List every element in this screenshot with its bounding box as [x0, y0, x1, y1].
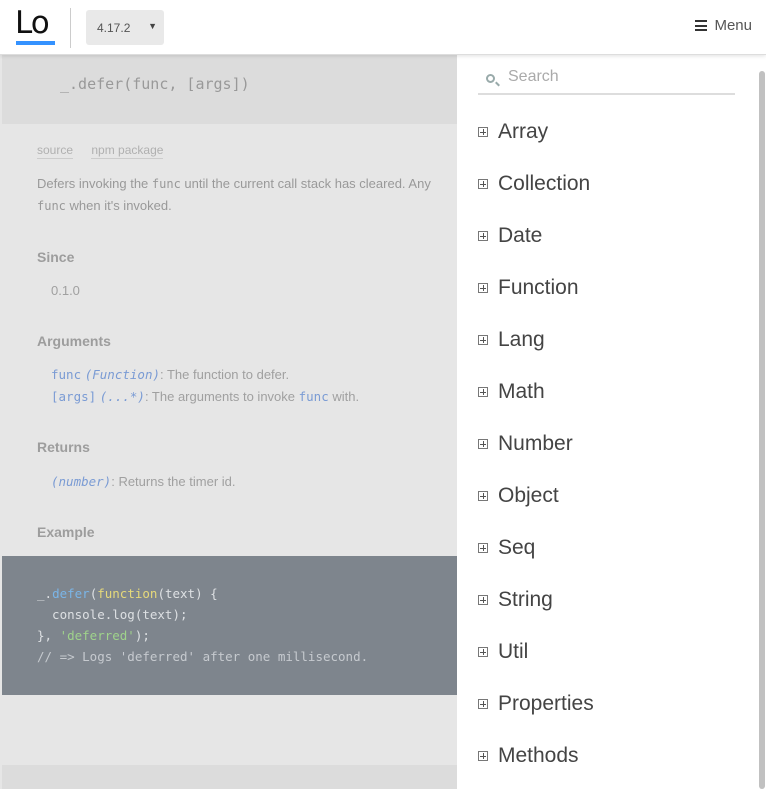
- hamburger-icon: [695, 20, 708, 31]
- expand-icon[interactable]: [478, 439, 488, 449]
- argument-code: func: [298, 389, 329, 404]
- expand-icon[interactable]: [478, 699, 488, 709]
- code-line: _.defer(function(text) {: [37, 586, 218, 601]
- scrollbar-thumb[interactable]: [759, 71, 765, 789]
- sidebar-item-date[interactable]: Date: [478, 221, 542, 251]
- expand-icon[interactable]: [478, 595, 488, 605]
- search-input[interactable]: [508, 65, 728, 89]
- method-signature: _.defer(func, [args]): [60, 75, 250, 93]
- sidebar-item-collection[interactable]: Collection: [478, 169, 590, 199]
- sidebar-item-properties[interactable]: Properties: [478, 689, 594, 719]
- argument-type: (Function): [84, 367, 160, 382]
- returns-heading: Returns: [37, 439, 90, 455]
- sidebar-item-label: Lang: [498, 328, 545, 351]
- logo-text: Lo: [15, 5, 50, 41]
- sidebar-item-label: Util: [498, 640, 529, 663]
- sidebar-menu: Array Collection Date Function Lang Math…: [457, 55, 766, 789]
- logo-underline: [16, 41, 55, 45]
- menu-button[interactable]: Menu: [695, 17, 752, 34]
- sidebar-item-label: Collection: [498, 172, 591, 195]
- expand-icon[interactable]: [478, 127, 488, 137]
- source-link[interactable]: source: [37, 143, 74, 159]
- sidebar-item-label: Properties: [498, 692, 594, 715]
- desc-text: until the current call stack has cleared…: [180, 176, 431, 191]
- signature-bar: _.defer(func, [args]): [2, 55, 457, 124]
- argument-item: [args] (...*): The arguments to invoke f…: [51, 389, 359, 404]
- expand-icon[interactable]: [478, 751, 488, 761]
- sidebar-item-math[interactable]: Math: [478, 377, 545, 407]
- code-comment: // => Logs 'deferred' after one millisec…: [37, 649, 369, 664]
- returns-type: (number): [51, 474, 112, 489]
- desc-text: when it's invoked.: [65, 198, 172, 213]
- search-box: [478, 61, 735, 95]
- lodash-logo[interactable]: Lo: [15, 6, 57, 46]
- method-description: Defers invoking the func until the curre…: [37, 173, 457, 217]
- code-line: }, 'deferred');: [37, 628, 150, 643]
- header-divider: [70, 8, 71, 48]
- expand-icon[interactable]: [478, 283, 488, 293]
- example-heading: Example: [37, 524, 95, 540]
- expand-icon[interactable]: [478, 179, 488, 189]
- sidebar-item-label: Number: [498, 432, 573, 455]
- argument-name: func: [51, 367, 82, 382]
- doc-links: source npm package: [37, 143, 178, 159]
- argument-name: [args]: [51, 389, 97, 404]
- menu-label: Menu: [714, 17, 752, 34]
- expand-icon[interactable]: [478, 387, 488, 397]
- argument-type: (...*): [99, 389, 145, 404]
- next-entry-bar: [2, 765, 457, 789]
- sidebar-item-lang[interactable]: Lang: [478, 325, 545, 355]
- argument-desc: with.: [328, 389, 360, 404]
- sidebar-item-label: Seq: [498, 536, 536, 559]
- returns-desc: : Returns the timer id.: [111, 474, 236, 489]
- code-line: console.log(text);: [37, 607, 188, 622]
- desc-code: func: [151, 177, 181, 191]
- sidebar-item-function[interactable]: Function: [478, 273, 579, 303]
- example-code-block: _.defer(function(text) { console.log(tex…: [2, 556, 457, 695]
- sidebar-item-number[interactable]: Number: [478, 429, 573, 459]
- sidebar-item-label: Object: [498, 484, 559, 507]
- sidebar-item-label: Methods: [498, 744, 579, 767]
- sidebar-item-label: Function: [498, 276, 579, 299]
- version-select[interactable]: 4.17.2 ▼: [86, 10, 164, 45]
- doc-content: _.defer(func, [args]) source npm package…: [2, 55, 457, 789]
- expand-icon[interactable]: [478, 647, 488, 657]
- sidebar-item-seq[interactable]: Seq: [478, 533, 535, 563]
- version-value: 4.17.2: [97, 20, 131, 35]
- npm-package-link[interactable]: npm package: [91, 143, 164, 159]
- desc-code: func: [37, 199, 66, 213]
- search-icon: [486, 74, 495, 83]
- expand-icon[interactable]: [478, 491, 488, 501]
- argument-item: func (Function): The function to defer.: [51, 367, 289, 382]
- sidebar-item-label: Date: [498, 224, 543, 247]
- arguments-heading: Arguments: [37, 333, 111, 349]
- expand-icon[interactable]: [478, 543, 488, 553]
- sidebar-item-string[interactable]: String: [478, 585, 553, 615]
- sidebar-item-label: Array: [498, 120, 549, 143]
- since-value: 0.1.0: [51, 283, 80, 298]
- argument-desc: : The function to defer.: [160, 367, 290, 382]
- desc-text: Defers invoking the: [37, 176, 152, 191]
- sidebar-item-label: String: [498, 588, 553, 611]
- argument-desc: : The arguments to invoke: [144, 389, 299, 404]
- dropdown-arrow-icon: ▼: [148, 21, 157, 31]
- top-header: Lo 4.17.2 ▼ Menu: [0, 0, 766, 55]
- expand-icon[interactable]: [478, 231, 488, 241]
- since-heading: Since: [37, 249, 75, 265]
- sidebar-item-methods[interactable]: Methods: [478, 741, 579, 771]
- expand-icon[interactable]: [478, 335, 488, 345]
- sidebar-item-object[interactable]: Object: [478, 481, 559, 511]
- sidebar-item-label: Math: [498, 380, 545, 403]
- returns-item: (number): Returns the timer id.: [51, 474, 236, 489]
- sidebar-item-util[interactable]: Util: [478, 637, 528, 667]
- sidebar-item-array[interactable]: Array: [478, 117, 548, 147]
